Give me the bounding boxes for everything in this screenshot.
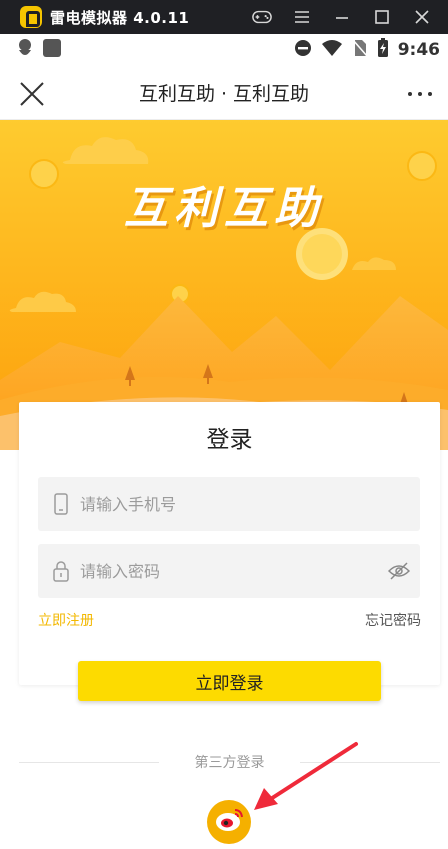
weibo-login-button[interactable] <box>207 800 251 844</box>
emulator-title-bar: 雷电模拟器 4.0.11 <box>0 0 448 34</box>
annotation-arrow <box>254 742 358 810</box>
register-link[interactable]: 立即注册 <box>38 610 94 630</box>
password-input[interactable] <box>80 561 370 581</box>
phone-input[interactable] <box>80 494 370 514</box>
phone-icon <box>52 493 70 515</box>
hero-banner: 互利互助 <box>0 120 448 450</box>
notification-app-icon <box>16 38 34 62</box>
no-sim-icon <box>352 39 368 61</box>
notification-square-icon <box>42 38 62 62</box>
login-title: 登录 <box>206 427 253 453</box>
third-party-divider: 第三方登录 <box>19 752 440 772</box>
phone-field[interactable] <box>38 477 420 531</box>
battery-charging-icon <box>377 38 389 62</box>
lock-icon <box>52 560 70 582</box>
login-card: 登录 立即注册 忘记密码 <box>19 402 440 685</box>
emulator-title: 雷电模拟器 4.0.11 <box>50 8 190 27</box>
gamepad-icon[interactable] <box>252 7 272 27</box>
maximize-icon[interactable] <box>372 7 392 27</box>
password-field[interactable] <box>38 544 420 598</box>
close-icon[interactable] <box>16 78 48 110</box>
window-close-icon[interactable] <box>412 7 432 27</box>
weibo-icon <box>214 807 244 837</box>
menu-icon[interactable] <box>292 7 312 27</box>
login-button[interactable]: 立即登录 <box>78 661 381 701</box>
status-bar: 9:46 <box>0 34 448 66</box>
app-header: 互利互助 · 互利互助 <box>0 66 448 120</box>
wifi-icon <box>321 39 343 61</box>
status-time: 9:46 <box>397 40 440 60</box>
minimize-icon[interactable] <box>332 7 352 27</box>
eye-icon[interactable] <box>387 560 411 582</box>
forgot-password-link[interactable]: 忘记密码 <box>365 610 421 630</box>
page-title: 互利互助 · 互利互助 <box>138 83 310 105</box>
hero-title: 互利互助 <box>124 183 324 234</box>
more-icon[interactable] <box>402 78 438 110</box>
hero-illustration <box>0 120 448 450</box>
emulator-logo-icon <box>20 6 42 28</box>
do-not-disturb-icon <box>294 39 312 61</box>
